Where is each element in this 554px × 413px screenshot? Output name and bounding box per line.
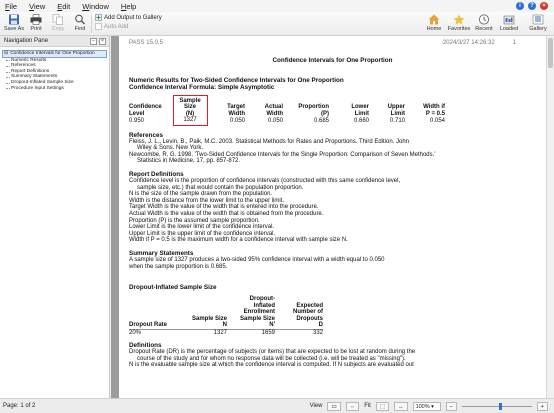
tree-item-procedure-input-settings[interactable]: Procedure Input Settings bbox=[2, 86, 107, 92]
home-icon bbox=[428, 14, 440, 25]
summary-heading: Summary Statements bbox=[129, 249, 194, 257]
navigation-tree: ⊟ Confidence Intervals for One Proportio… bbox=[0, 47, 109, 94]
menu-edit[interactable]: Edit bbox=[52, 2, 77, 11]
auto-add-checkbox[interactable]: Auto Add bbox=[95, 23, 162, 30]
col-width-if-p-half: Width if P = 0.5 bbox=[423, 104, 445, 117]
report-page: PASS 15.0.5 2024/3/27 14:26:32 1 Confide… bbox=[119, 36, 546, 398]
menu-bar: File View Edit Window Help i ? × bbox=[0, 0, 554, 12]
col-upper-limit: Upper Limit bbox=[387, 104, 405, 117]
col-sample-size: Sample Size (N) bbox=[172, 94, 208, 118]
report-title: Confidence Intervals for One Proportion bbox=[272, 57, 393, 64]
fit-width-button[interactable]: ↔ bbox=[394, 401, 408, 411]
page-header: PASS 15.0.5 2024/3/27 14:26:32 1 bbox=[129, 40, 536, 46]
page-indicator: Page: 1 of 2 bbox=[3, 403, 36, 409]
copy-button[interactable]: Copy bbox=[46, 13, 70, 35]
save-as-button[interactable]: Save As bbox=[2, 13, 26, 35]
info-icon[interactable]: i bbox=[516, 2, 524, 10]
menu-help[interactable]: Help bbox=[116, 2, 143, 11]
scrollbar-thumb[interactable] bbox=[548, 38, 553, 68]
checkbox-icon bbox=[95, 23, 102, 30]
fit-page-button[interactable]: ⬚ bbox=[375, 401, 390, 411]
navigation-pane-header: Navigation Pane − × bbox=[0, 36, 109, 47]
view-label: View bbox=[309, 403, 323, 409]
recent-button[interactable]: Recent bbox=[472, 13, 496, 35]
add-gallery-icon bbox=[95, 14, 102, 21]
page-number: 1 bbox=[512, 40, 516, 46]
exit-icon[interactable]: × bbox=[540, 2, 548, 10]
status-bar: Page: 1 of 2 View ▭ ⇔ Fit ⬚ ↔ 100% ▾ − + bbox=[0, 398, 554, 413]
menu-view[interactable]: View bbox=[24, 2, 52, 11]
collapse-all-button[interactable]: − bbox=[90, 37, 97, 45]
table-row: 20% 1327 1659 332 bbox=[129, 329, 323, 336]
zoom-slider-knob[interactable] bbox=[498, 402, 502, 410]
page-timestamp: 2024/3/27 14:26:32 bbox=[442, 40, 495, 46]
favorites-button[interactable]: Favorites bbox=[447, 13, 471, 35]
view-mode-button[interactable]: ▭ bbox=[327, 401, 341, 411]
dropout-table: Dropout Rate Sample Size N Dropout- Inflat… bbox=[129, 296, 323, 336]
print-button[interactable]: Print bbox=[24, 13, 48, 35]
references-heading: References bbox=[129, 131, 163, 139]
dropout-heading: Dropout-Inflated Sample Size bbox=[129, 284, 217, 292]
report-content: Confidence Intervals for One Proportion … bbox=[129, 57, 536, 369]
toolbar-separator bbox=[91, 15, 92, 33]
zoom-slider[interactable] bbox=[461, 402, 532, 411]
help-icon[interactable]: ? bbox=[528, 2, 536, 10]
col-enrollment-n-prime: Dropout- Inflated Enrollment Sample Size N' bbox=[239, 296, 275, 329]
add-output-to-gallery-button[interactable]: Add Output to Gallery bbox=[95, 14, 162, 21]
find-button[interactable]: Find bbox=[68, 13, 92, 35]
table-header-row: Dropout Rate Sample Size N Dropout- Inflat… bbox=[129, 296, 323, 329]
definitions2-heading: Definitions bbox=[129, 342, 162, 350]
col-confidence-level: Confidence Level bbox=[129, 104, 162, 117]
search-icon bbox=[75, 14, 85, 25]
printer-icon bbox=[30, 14, 42, 25]
save-icon bbox=[9, 14, 19, 25]
gallery-button[interactable]: Gallery bbox=[526, 13, 550, 35]
col-sample-size-n: Sample Size N bbox=[191, 315, 227, 329]
navigation-pane: Navigation Pane − × ⊟ Confidence Interva… bbox=[0, 36, 110, 398]
col-lower-limit: Lower Limit bbox=[351, 104, 369, 117]
definitions-heading: Report Definitions bbox=[129, 170, 184, 178]
formula-line: Confidence Interval Formula: Simple Asym… bbox=[129, 83, 275, 91]
tree-root-item[interactable]: ⊟ Confidence Intervals for One Proportio… bbox=[2, 50, 107, 58]
star-icon bbox=[453, 14, 465, 25]
zoom-out-button[interactable]: − bbox=[445, 401, 457, 411]
results-heading: Numeric Results for Two-Sided Confidence… bbox=[129, 76, 344, 84]
view-width-button[interactable]: ⇔ bbox=[345, 401, 360, 411]
clock-icon bbox=[478, 14, 490, 25]
col-dropout-rate: Dropout Rate bbox=[129, 322, 167, 329]
copy-icon bbox=[52, 14, 63, 25]
menu-file[interactable]: File bbox=[0, 2, 24, 11]
close-pane-button[interactable]: × bbox=[99, 37, 106, 45]
loaded-button[interactable]: Loaded bbox=[497, 13, 521, 35]
tree-collapse-icon[interactable]: ⊟ bbox=[4, 50, 8, 57]
menu-window[interactable]: Window bbox=[77, 2, 116, 11]
col-target-width: Target Width bbox=[227, 104, 245, 117]
gallery-options: Add Output to Gallery Auto Add bbox=[95, 14, 162, 30]
document-area: PASS 15.0.5 2024/3/27 14:26:32 1 Confide… bbox=[111, 36, 554, 398]
table-row: 0.950 1327 0.050 0.050 0.685 0.660 0.710… bbox=[129, 117, 445, 126]
zoom-in-button[interactable]: + bbox=[536, 401, 548, 411]
toolbar: Save As Print Copy Find Add Output to Ga… bbox=[0, 12, 554, 36]
navigation-pane-title: Navigation Pane bbox=[4, 38, 49, 44]
zoom-select[interactable]: 100% ▾ bbox=[412, 401, 441, 411]
table-header-row: Confidence Level Sample Size (N) Target Widt… bbox=[129, 94, 445, 118]
numeric-results-table: Confidence Level Sample Size (N) Target Widt… bbox=[129, 94, 445, 126]
home-button[interactable]: Home bbox=[422, 13, 446, 35]
pass-output-window: File View Edit Window Help i ? × Save As… bbox=[0, 0, 554, 413]
software-version: PASS 15.0.5 bbox=[129, 40, 163, 46]
vertical-scrollbar[interactable] bbox=[546, 36, 554, 398]
sample-size-value: 1327 bbox=[172, 117, 208, 126]
col-proportion: Proportion (P) bbox=[298, 104, 329, 117]
col-actual-width: Actual Width bbox=[264, 104, 283, 117]
gallery-icon bbox=[532, 14, 544, 25]
col-expected-dropouts: Expected Number of Dropouts D bbox=[293, 302, 323, 329]
fit-label: Fit bbox=[364, 403, 371, 409]
loaded-icon bbox=[503, 15, 515, 25]
zoom-slider-track bbox=[461, 405, 532, 407]
